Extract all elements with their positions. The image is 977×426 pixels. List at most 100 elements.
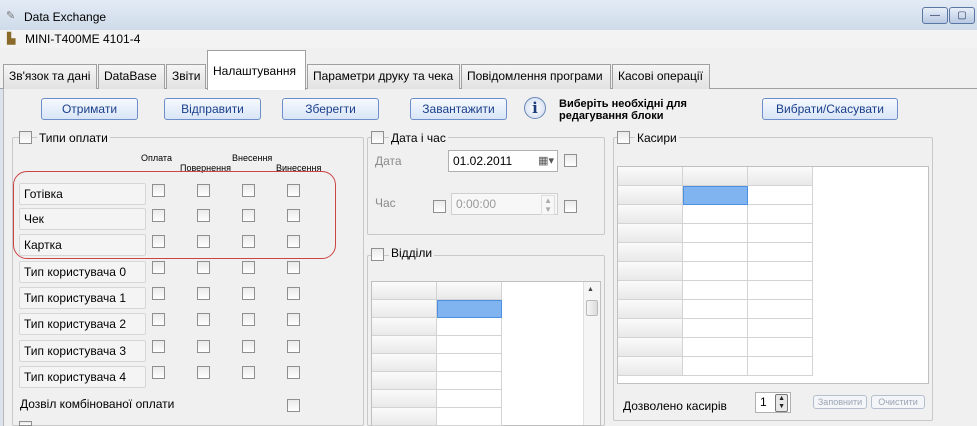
- tab-settings[interactable]: Налаштування: [207, 50, 306, 90]
- deposit-checkbox[interactable]: [242, 366, 255, 379]
- grid-cell[interactable]: [437, 408, 502, 426]
- time-checkbox[interactable]: [564, 200, 577, 213]
- tab-reports[interactable]: Звіти: [166, 64, 206, 89]
- grid-row-header[interactable]: [372, 354, 437, 372]
- deposit-checkbox[interactable]: [242, 261, 255, 274]
- grid-row-header[interactable]: [618, 319, 683, 338]
- save-button[interactable]: Зберегти: [282, 98, 379, 120]
- grid-row-header[interactable]: [372, 408, 437, 426]
- return-checkbox[interactable]: [197, 313, 210, 326]
- grid-cell[interactable]: [683, 319, 748, 338]
- grid-row-header[interactable]: [618, 262, 683, 281]
- get-button[interactable]: Отримати: [41, 98, 138, 120]
- time-enable-checkbox[interactable]: [433, 200, 446, 213]
- grid-row-header[interactable]: [618, 224, 683, 243]
- grid-selected-cell[interactable]: [437, 300, 502, 318]
- grid-cell[interactable]: [683, 357, 748, 376]
- withdrawal-checkbox[interactable]: [287, 340, 300, 353]
- payment-types-checkbox[interactable]: [19, 131, 32, 144]
- extra-checkbox[interactable]: [19, 421, 32, 426]
- departments-checkbox[interactable]: [371, 248, 384, 261]
- grid-selected-cell[interactable]: [683, 186, 748, 205]
- grid-cell[interactable]: [748, 243, 813, 262]
- withdrawal-checkbox[interactable]: [287, 366, 300, 379]
- tab-print-params[interactable]: Параметри друку та чека: [307, 64, 460, 89]
- grid-cell[interactable]: [683, 281, 748, 300]
- grid-cell[interactable]: [748, 186, 813, 205]
- withdrawal-checkbox[interactable]: [287, 287, 300, 300]
- cashiers-checkbox[interactable]: [617, 131, 630, 144]
- deposit-checkbox[interactable]: [242, 340, 255, 353]
- payment-checkbox[interactable]: [152, 287, 165, 300]
- scroll-up-icon[interactable]: ▲: [587, 286, 594, 293]
- grid-cell[interactable]: [748, 262, 813, 281]
- grid-row-header[interactable]: [372, 300, 437, 318]
- combined-payment-checkbox[interactable]: [287, 399, 300, 412]
- return-checkbox[interactable]: [197, 340, 210, 353]
- grid-cell[interactable]: [748, 205, 813, 224]
- tab-program-messages[interactable]: Повідомлення програми: [461, 64, 611, 89]
- send-button[interactable]: Відправити: [164, 98, 261, 120]
- payment-checkbox[interactable]: [152, 340, 165, 353]
- grid-cell[interactable]: [683, 338, 748, 357]
- grid-cell[interactable]: [748, 319, 813, 338]
- grid-cell[interactable]: [748, 300, 813, 319]
- fill-button[interactable]: Заповнити: [813, 395, 867, 409]
- grid-cell[interactable]: [683, 243, 748, 262]
- clear-button[interactable]: Очистити: [871, 395, 925, 409]
- grid-row-header[interactable]: [372, 390, 437, 408]
- grid-cell[interactable]: [437, 354, 502, 372]
- grid-cell[interactable]: [437, 372, 502, 390]
- grid-row-header[interactable]: [618, 205, 683, 224]
- deposit-checkbox[interactable]: [242, 287, 255, 300]
- return-checkbox[interactable]: [197, 261, 210, 274]
- load-button[interactable]: Завантажити: [410, 98, 507, 120]
- grid-cell[interactable]: [683, 205, 748, 224]
- calendar-icon[interactable]: ▦▾: [538, 151, 554, 171]
- payment-checkbox[interactable]: [152, 313, 165, 326]
- tab-cash-operations[interactable]: Касові операції: [612, 64, 710, 89]
- allowed-cashiers-spinner[interactable]: 1 ▲ ▼: [755, 392, 791, 413]
- return-checkbox[interactable]: [197, 366, 210, 379]
- payment-checkbox[interactable]: [152, 366, 165, 379]
- grid-row-header[interactable]: [618, 243, 683, 262]
- departments-scrollbar[interactable]: ▲: [583, 282, 600, 425]
- cashiers-grid[interactable]: [617, 166, 929, 384]
- select-toggle-button[interactable]: Вибрати/Скасувати: [762, 98, 898, 120]
- scroll-thumb[interactable]: [586, 300, 598, 316]
- minimize-button[interactable]: —: [922, 7, 948, 24]
- grid-cell[interactable]: [748, 338, 813, 357]
- grid-cell[interactable]: [437, 390, 502, 408]
- grid-cell[interactable]: [683, 262, 748, 281]
- grid-column-header[interactable]: [683, 167, 748, 186]
- datetime-checkbox[interactable]: [371, 131, 384, 144]
- return-checkbox[interactable]: [197, 287, 210, 300]
- grid-cell[interactable]: [748, 281, 813, 300]
- grid-column-header[interactable]: [437, 282, 502, 300]
- spinner-arrows-icon[interactable]: ▲ ▼: [775, 394, 788, 412]
- grid-cell[interactable]: [437, 318, 502, 336]
- date-field[interactable]: 01.02.2011 ▦▾: [448, 150, 558, 172]
- grid-row-header[interactable]: [618, 281, 683, 300]
- grid-row-header[interactable]: [618, 357, 683, 376]
- date-checkbox[interactable]: [564, 154, 577, 167]
- departments-grid[interactable]: ▲: [371, 281, 601, 426]
- grid-cell[interactable]: [437, 336, 502, 354]
- grid-column-header[interactable]: [748, 167, 813, 186]
- grid-row-header[interactable]: [618, 186, 683, 205]
- grid-row-header[interactable]: [372, 318, 437, 336]
- tab-database[interactable]: DataBase: [98, 64, 165, 89]
- time-field[interactable]: 0:00:00 ▲ ▼: [451, 193, 558, 215]
- grid-cell[interactable]: [748, 224, 813, 243]
- grid-row-header[interactable]: [372, 336, 437, 354]
- grid-cell[interactable]: [748, 357, 813, 376]
- payment-checkbox[interactable]: [152, 261, 165, 274]
- withdrawal-checkbox[interactable]: [287, 261, 300, 274]
- grid-row-header[interactable]: [372, 372, 437, 390]
- grid-cell[interactable]: [683, 300, 748, 319]
- withdrawal-checkbox[interactable]: [287, 313, 300, 326]
- grid-row-header[interactable]: [618, 300, 683, 319]
- deposit-checkbox[interactable]: [242, 313, 255, 326]
- tab-connection[interactable]: Зв'язок та дані: [3, 64, 97, 89]
- time-spinner-icon[interactable]: ▲ ▼: [541, 195, 555, 215]
